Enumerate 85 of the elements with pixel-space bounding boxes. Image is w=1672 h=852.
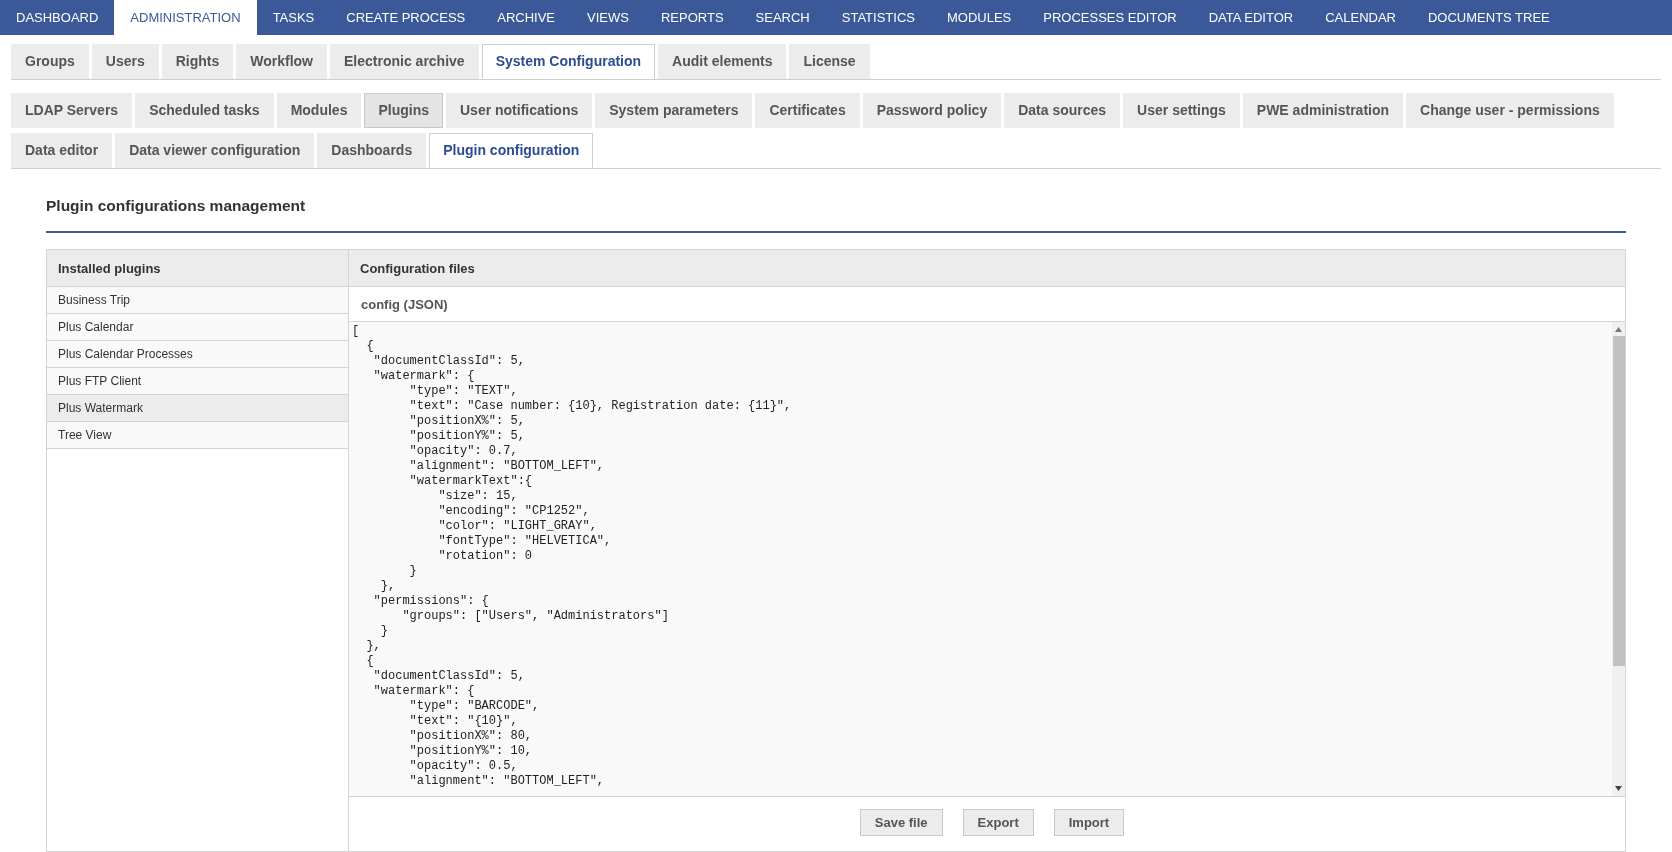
- scrollbar[interactable]: [1612, 322, 1625, 797]
- plugin-list-item[interactable]: Business Trip: [47, 287, 348, 315]
- tab[interactable]: System parameters: [595, 93, 753, 128]
- nav-item[interactable]: SEARCH: [739, 0, 826, 35]
- tab[interactable]: LDAP Servers: [11, 93, 133, 128]
- code-line: "watermark": {: [372, 369, 475, 385]
- code-line: "fontType": "HELVETICA",: [437, 534, 612, 550]
- code-line: "text": "Case number: {10}, Registration date: {11}",: [408, 399, 792, 415]
- code-line: },: [379, 579, 396, 595]
- code-line: "alignment": "BOTTOM_LEFT",: [408, 774, 605, 790]
- nav-item[interactable]: CREATE PROCESS: [330, 0, 482, 35]
- code-line: },: [365, 639, 381, 655]
- nav-item[interactable]: REPORTS: [644, 0, 740, 35]
- tab[interactable]: Workflow: [236, 44, 327, 79]
- code-line: "encoding": "CP1252",: [437, 504, 590, 520]
- tab[interactable]: Dashboards: [317, 133, 427, 168]
- tab[interactable]: Data editor: [11, 133, 113, 168]
- action-button[interactable]: Export: [962, 809, 1034, 837]
- tab[interactable]: Scheduled tasks: [135, 93, 274, 128]
- tab[interactable]: Plugin configuration: [429, 133, 594, 168]
- plugin-list-item[interactable]: Plus Calendar Processes: [47, 341, 348, 369]
- action-button[interactable]: Save file: [859, 809, 943, 837]
- tab[interactable]: Electronic archive: [330, 44, 479, 79]
- code-line: }: [379, 624, 388, 640]
- tab[interactable]: System Configuration: [481, 44, 656, 79]
- code-line: "text": "{10}",: [408, 714, 518, 730]
- nav-item[interactable]: ARCHIVE: [481, 0, 572, 35]
- nav-item[interactable]: TASKS: [256, 0, 331, 35]
- tab[interactable]: User settings: [1123, 93, 1240, 128]
- code-line: "opacity": 0.7,: [408, 444, 518, 460]
- tab[interactable]: License: [789, 44, 870, 79]
- nav-item[interactable]: DASHBOARD: [0, 0, 115, 35]
- scroll-down-icon[interactable]: [1615, 786, 1622, 792]
- tab[interactable]: Users: [91, 44, 159, 79]
- tab[interactable]: Data sources: [1004, 93, 1121, 128]
- tab[interactable]: Change user - permissions: [1406, 93, 1614, 128]
- plugin-list-item[interactable]: Plus Watermark: [47, 395, 348, 423]
- panel-header: Configuration files: [349, 250, 1625, 288]
- tab[interactable]: Rights: [161, 44, 234, 79]
- tab[interactable]: Password policy: [862, 93, 1002, 128]
- action-button[interactable]: Import: [1053, 809, 1125, 837]
- tab[interactable]: Groups: [11, 44, 89, 79]
- nav-item[interactable]: CALENDAR: [1309, 0, 1412, 35]
- code-line: "type": "BARCODE",: [408, 699, 540, 715]
- tab[interactable]: Plugins: [364, 93, 443, 128]
- page-heading: Plugin configurations management: [46, 196, 307, 216]
- tab[interactable]: PWE administration: [1242, 93, 1404, 128]
- tab[interactable]: User notifications: [446, 93, 593, 128]
- code-line: "opacity": 0.5,: [408, 759, 518, 775]
- code-line: "documentClassId": 5,: [372, 354, 525, 370]
- code-line: "watermark": {: [372, 684, 475, 700]
- scrollbar-thumb[interactable]: [1612, 336, 1625, 667]
- nav-item[interactable]: DOCUMENTS TREE: [1411, 0, 1566, 35]
- tab[interactable]: Modules: [276, 93, 362, 128]
- plugin-list-item[interactable]: Tree View: [47, 422, 348, 450]
- code-line: "size": 15,: [437, 489, 518, 505]
- code-line: "type": "TEXT",: [408, 384, 518, 400]
- code-line: "permissions": {: [372, 594, 489, 610]
- nav-item[interactable]: STATISTICS: [825, 0, 931, 35]
- code-line: "watermarkText":{: [408, 474, 533, 490]
- code-line: "color": "LIGHT_GRAY",: [437, 519, 597, 535]
- scroll-up-icon[interactable]: [1615, 327, 1622, 333]
- nav-item[interactable]: ADMINISTRATION: [114, 0, 257, 35]
- code-line: {: [365, 654, 374, 670]
- code-line: "positionX%": 5,: [408, 414, 525, 430]
- nav-item[interactable]: DATA EDITOR: [1192, 0, 1310, 35]
- code-line: "alignment": "BOTTOM_LEFT",: [408, 459, 605, 475]
- code-line: "positionY%": 5,: [408, 429, 525, 445]
- tab[interactable]: Certificates: [755, 93, 860, 128]
- code-line: }: [408, 564, 417, 580]
- nav-item[interactable]: PROCESSES EDITOR: [1027, 0, 1193, 35]
- plugin-list-item[interactable]: Plus Calendar: [47, 314, 348, 342]
- code-line: "positionY%": 10,: [408, 744, 533, 760]
- code-line: [: [352, 324, 360, 340]
- panel-header: Installed plugins: [47, 250, 348, 288]
- nav-item[interactable]: MODULES: [930, 0, 1028, 35]
- code-line: {: [365, 339, 374, 355]
- code-line: "positionX%": 80,: [408, 729, 533, 745]
- tab[interactable]: Audit elements: [658, 44, 787, 79]
- tab[interactable]: Data viewer configuration: [115, 133, 315, 168]
- code-line: "rotation": 0: [437, 549, 533, 565]
- code-line: "documentClassId": 5,: [372, 669, 525, 685]
- nav-item[interactable]: VIEWS: [571, 0, 645, 35]
- code-line: "groups": ["Users", "Administrators"]: [401, 609, 669, 625]
- plugin-list-item[interactable]: Plus FTP Client: [47, 368, 348, 396]
